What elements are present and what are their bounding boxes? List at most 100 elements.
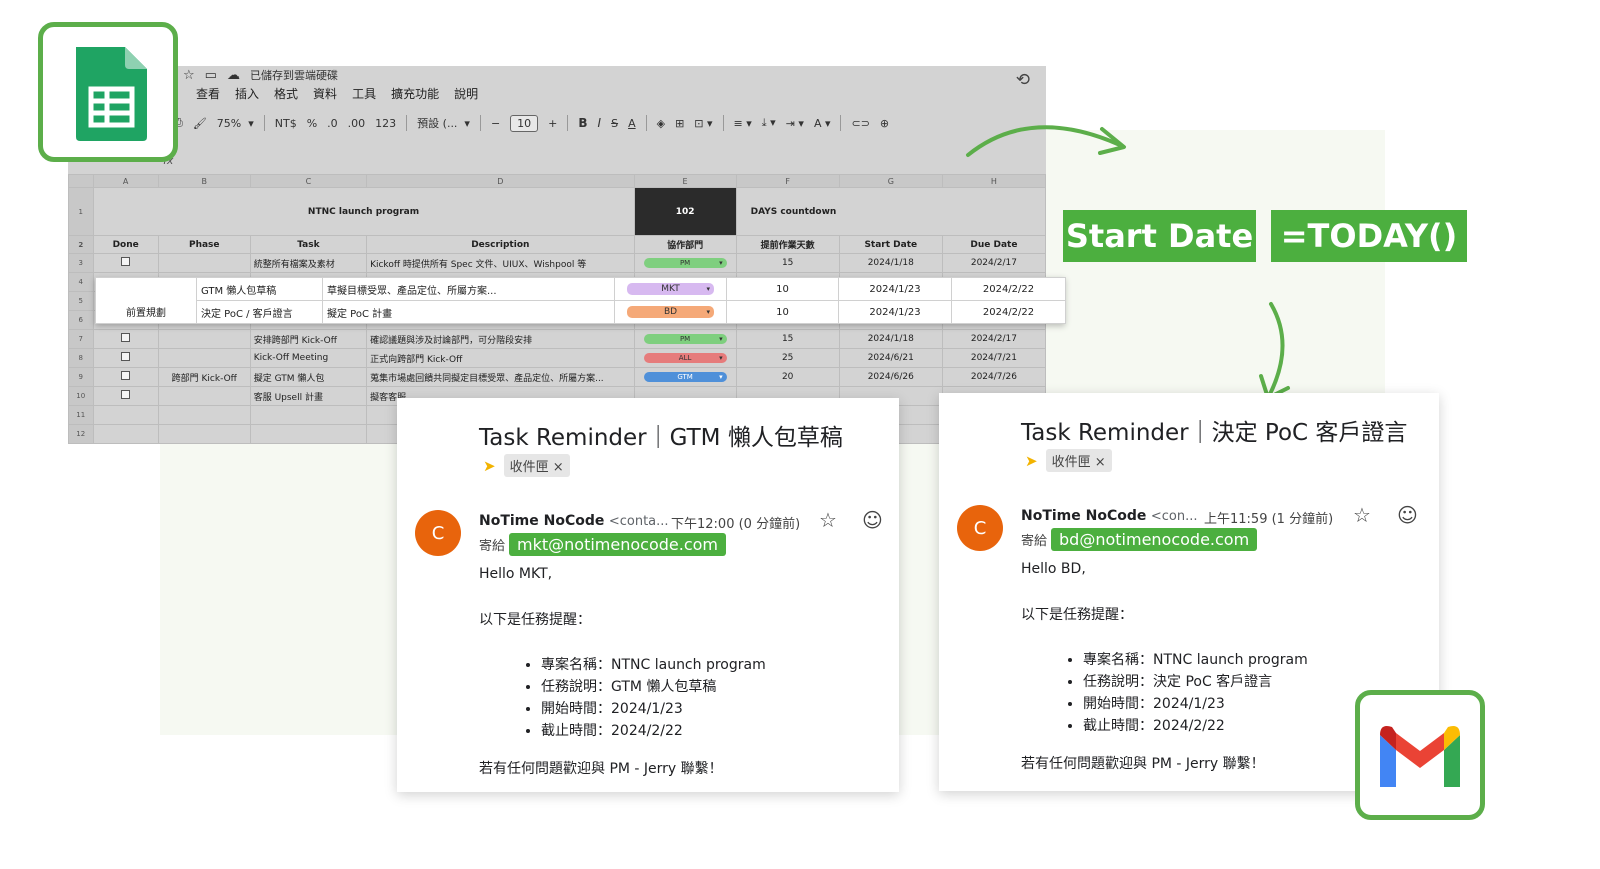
task-cell[interactable]: 決定 PoC / 客戶證言 <box>196 300 323 324</box>
header-cell[interactable]: Due Date <box>941 235 1046 254</box>
task-cell[interactable]: GTM 懶人包草稿 <box>196 277 323 301</box>
lead-days-cell[interactable]: 15 <box>735 329 840 349</box>
project-title-cell[interactable]: NTNC launch program <box>92 187 635 236</box>
done-checkbox[interactable] <box>121 352 131 361</box>
link-icon[interactable]: ⊂⊃ <box>851 117 869 130</box>
star-icon[interactable]: ☆ <box>183 68 195 83</box>
dept-chip[interactable]: PM <box>643 334 727 344</box>
due-date-cell[interactable]: 2024/7/26 <box>941 367 1046 387</box>
cell[interactable] <box>249 424 368 444</box>
column-header[interactable]: E <box>633 174 737 188</box>
wrap-icon[interactable]: ⇥ ▾ <box>786 117 804 130</box>
dept-chip[interactable]: MKT <box>627 283 714 295</box>
lead-days-cell[interactable]: 15 <box>735 253 840 273</box>
start-date-cell[interactable]: 2024/6/21 <box>838 348 943 368</box>
phase-cell[interactable] <box>157 253 251 273</box>
dept-cell[interactable]: BD <box>614 300 727 324</box>
star-icon[interactable]: ☆ <box>819 508 837 532</box>
done-checkbox-cell[interactable] <box>92 348 159 368</box>
comment-icon[interactable]: ⊕ <box>880 117 889 130</box>
days-count-cell[interactable]: 102 <box>633 187 737 236</box>
emoji-reaction-icon[interactable]: ☺ <box>1397 503 1418 527</box>
task-cell[interactable]: 統整所有檔案及素材 <box>249 253 368 273</box>
header-cell[interactable]: Description <box>366 235 635 254</box>
importance-marker-icon[interactable]: ➤ <box>1025 452 1038 470</box>
column-header[interactable]: H <box>941 174 1046 188</box>
column-header[interactable]: B <box>157 174 251 188</box>
align-icon[interactable]: ≡ ▾ <box>734 117 752 130</box>
italic-button[interactable]: I <box>598 116 602 130</box>
column-header[interactable]: D <box>366 174 635 188</box>
font-select[interactable]: 預設 (... ▾ <box>417 115 470 131</box>
description-cell[interactable]: 確認議題與涉及討論部門，可分階段安排 <box>366 329 635 349</box>
row-number[interactable]: 6 <box>68 310 94 330</box>
lead-days-cell[interactable]: 25 <box>735 348 840 368</box>
phase-cell[interactable] <box>157 386 251 406</box>
currency-format-button[interactable]: NT$ <box>275 117 297 130</box>
days-label-cell[interactable]: DAYS countdown <box>735 187 1046 236</box>
done-checkbox[interactable] <box>121 371 131 380</box>
start-date-cell[interactable]: 2024/6/26 <box>838 367 943 387</box>
merge-cells-icon[interactable]: ⊡ ▾ <box>694 117 712 130</box>
dept-cell[interactable]: PM <box>633 253 737 273</box>
row-number[interactable]: 2 <box>68 235 94 254</box>
header-cell[interactable]: Start Date <box>838 235 943 254</box>
task-cell[interactable]: 安排跨部門 Kick-Off <box>249 329 368 349</box>
lead-days-cell[interactable]: 20 <box>735 367 840 387</box>
font-size-increase-button[interactable]: + <box>548 117 557 130</box>
due-date-cell[interactable]: 2024/2/22 <box>951 277 1066 301</box>
header-cell[interactable]: 提前作業天數 <box>735 235 840 254</box>
valign-icon[interactable]: ⤓ ▾ <box>762 116 776 130</box>
header-cell[interactable]: Done <box>92 235 159 254</box>
done-checkbox[interactable] <box>121 257 131 266</box>
version-history-icon[interactable]: ⟲ <box>1016 70 1030 90</box>
cell[interactable] <box>249 405 368 425</box>
menu-tools[interactable]: 工具 <box>352 85 376 102</box>
start-date-cell[interactable]: 2024/1/23 <box>838 300 952 324</box>
percent-format-button[interactable]: % <box>307 117 317 130</box>
due-date-cell[interactable]: 2024/2/17 <box>941 329 1046 349</box>
column-header[interactable]: G <box>838 174 943 188</box>
done-checkbox-cell[interactable] <box>92 329 159 349</box>
task-cell[interactable]: 擬定 GTM 懶人包 <box>249 367 368 387</box>
paint-format-icon[interactable]: 🖌 <box>193 117 207 130</box>
task-cell[interactable]: 客服 Upsell 計畫 <box>249 386 368 406</box>
menu-extensions[interactable]: 擴充功能 <box>391 85 439 102</box>
bold-button[interactable]: B <box>578 116 587 130</box>
row-number[interactable]: 7 <box>68 329 94 349</box>
phase-cell[interactable]: 前置規劃 <box>95 277 197 324</box>
done-checkbox-cell[interactable] <box>92 253 159 273</box>
header-cell[interactable]: 協作部門 <box>633 235 737 254</box>
phase-cell[interactable] <box>157 348 251 368</box>
move-folder-icon[interactable]: ▭ <box>205 68 217 83</box>
strikethrough-button[interactable]: S <box>611 117 618 130</box>
cell[interactable] <box>92 405 159 425</box>
recipient-address[interactable]: mkt@notimenocode.com <box>509 533 726 556</box>
row-number[interactable]: 1 <box>68 187 94 236</box>
cell[interactable] <box>92 424 159 444</box>
dept-cell[interactable]: PM <box>633 329 737 349</box>
row-number[interactable]: 10 <box>68 386 94 406</box>
inbox-label[interactable]: 收件匣 × <box>503 454 570 477</box>
increase-decimal-button[interactable]: .00 <box>348 117 366 130</box>
start-date-cell[interactable]: 2024/1/18 <box>838 253 943 273</box>
description-cell[interactable]: 草擬目標受眾、產品定位、所屬方案... <box>322 277 615 301</box>
inbox-label[interactable]: 收件匣 × <box>1045 449 1112 472</box>
row-number[interactable]: 11 <box>68 405 94 425</box>
start-date-cell[interactable]: 2024/1/18 <box>838 329 943 349</box>
text-color-icon[interactable]: A <box>628 117 636 130</box>
row-number[interactable]: 4 <box>68 272 94 292</box>
menu-view[interactable]: 查看 <box>196 85 220 102</box>
done-checkbox-cell[interactable] <box>92 367 159 387</box>
menu-data[interactable]: 資料 <box>313 85 337 102</box>
lead-days-cell[interactable]: 10 <box>726 300 839 324</box>
dept-cell[interactable]: ALL <box>633 348 737 368</box>
cell[interactable] <box>157 405 251 425</box>
description-cell[interactable]: 正式向跨部門 Kick-Off <box>366 348 635 368</box>
star-icon[interactable]: ☆ <box>1353 503 1371 527</box>
header-cell[interactable]: Task <box>249 235 368 254</box>
phase-cell[interactable] <box>157 329 251 349</box>
phase-cell[interactable]: 跨部門 Kick-Off <box>157 367 251 387</box>
decrease-decimal-button[interactable]: .0 <box>327 117 338 130</box>
dept-chip[interactable]: BD <box>627 306 714 318</box>
